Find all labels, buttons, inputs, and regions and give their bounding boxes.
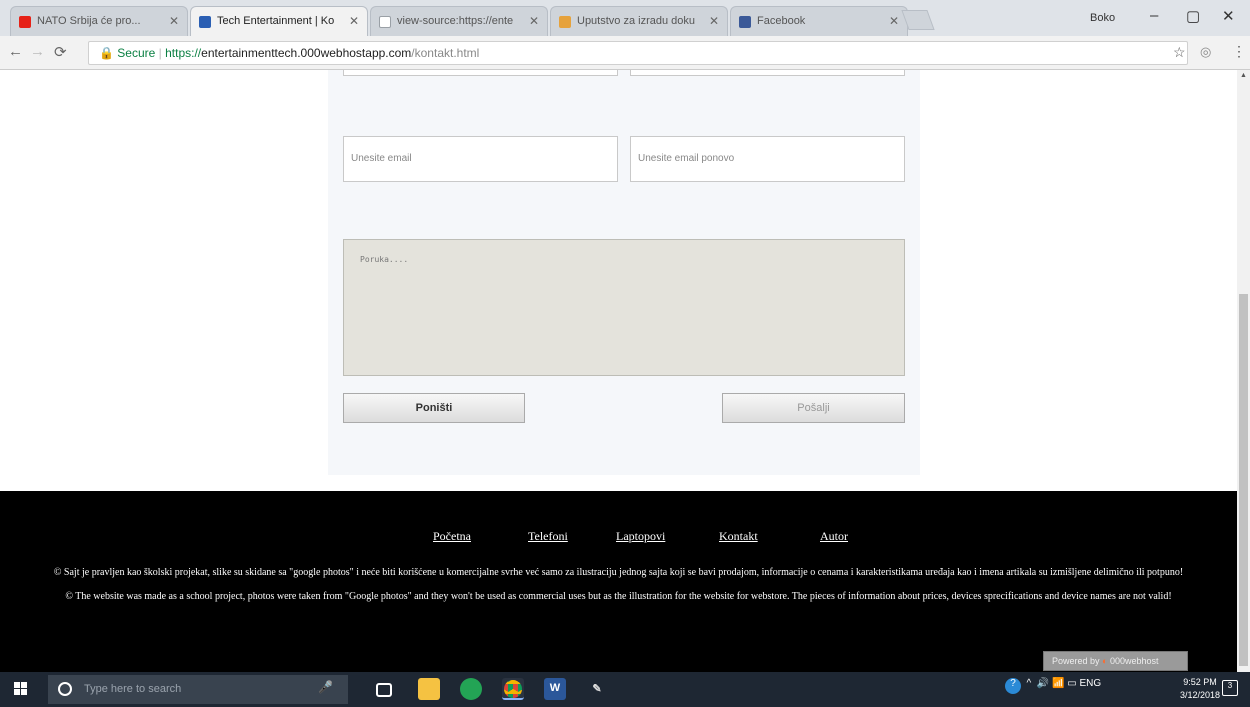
microphone-icon[interactable]: 🎤 bbox=[318, 680, 333, 694]
footer-link-kontakt[interactable]: Kontakt bbox=[719, 529, 758, 544]
battery-icon[interactable]: ▭ bbox=[1067, 678, 1076, 689]
tab-tech-entertainment[interactable]: Tech Entertainment | Ko ✕ bbox=[190, 6, 368, 36]
file-explorer-icon[interactable] bbox=[418, 678, 440, 700]
taskbar-clock[interactable]: 9:52 PM 3/12/2018 bbox=[1180, 676, 1220, 702]
close-icon[interactable]: ✕ bbox=[709, 14, 719, 28]
tab-label: Facebook bbox=[757, 15, 806, 27]
address-bar[interactable]: 🔒 Secure | https://entertainmenttech.000… bbox=[88, 41, 1188, 65]
webhost-logo-icon: ◐ bbox=[1102, 656, 1108, 666]
windows-taskbar: Type here to search 🎤 W ✎ ? ^ 🔊 📶 ▭ ENG … bbox=[0, 672, 1250, 707]
app-icon[interactable]: ✎ bbox=[586, 678, 608, 700]
scrollbar-thumb[interactable] bbox=[1239, 294, 1248, 666]
tab-label: view-source:https://ente bbox=[397, 15, 514, 27]
forward-arrow-icon[interactable]: → bbox=[30, 43, 45, 60]
powered-by-brand: 000webhost bbox=[1110, 656, 1159, 666]
youtube-icon bbox=[19, 16, 31, 28]
tab-view-source[interactable]: view-source:https://ente ✕ bbox=[370, 6, 548, 36]
extension-icon[interactable]: ◎ bbox=[1200, 44, 1211, 60]
close-icon[interactable]: ✕ bbox=[889, 14, 899, 28]
footer-link-telefoni[interactable]: Telefoni bbox=[528, 529, 568, 544]
menu-icon[interactable]: ⋮ bbox=[1232, 43, 1246, 60]
tab-label: NATO Srbija će pro... bbox=[37, 15, 141, 27]
footer-link-pocetna[interactable]: Početna bbox=[433, 529, 471, 544]
footer-link-autor[interactable]: Autor bbox=[820, 529, 848, 544]
page-viewport: Unesite email Unesite email ponovo Poruk… bbox=[0, 70, 1250, 672]
surname-field[interactable] bbox=[630, 70, 905, 76]
send-button[interactable]: Pošalji bbox=[722, 393, 905, 423]
site-icon bbox=[199, 16, 211, 28]
notification-icon[interactable]: 3 bbox=[1222, 680, 1238, 696]
tab-youtube[interactable]: NATO Srbija će pro... ✕ bbox=[10, 6, 188, 36]
close-icon[interactable]: ✕ bbox=[529, 14, 539, 28]
browser-tab-strip: NATO Srbija će pro... ✕ Tech Entertainme… bbox=[0, 0, 1250, 36]
chrome-icon[interactable] bbox=[502, 678, 524, 700]
page-scrollbar[interactable]: ▲ bbox=[1237, 70, 1250, 672]
doc-icon bbox=[559, 16, 571, 28]
back-arrow-icon[interactable]: ← bbox=[8, 43, 23, 60]
whatsapp-icon[interactable] bbox=[460, 678, 482, 700]
footer-notice-en: © The website was made as a school proje… bbox=[65, 591, 1172, 602]
email-field[interactable]: Unesite email bbox=[343, 136, 618, 182]
contact-form: Unesite email Unesite email ponovo Poruk… bbox=[328, 70, 920, 475]
page-icon bbox=[379, 16, 391, 28]
maximize-button[interactable]: ▢ bbox=[1186, 7, 1200, 25]
scroll-up-arrow-icon[interactable]: ▲ bbox=[1240, 72, 1247, 79]
tab-label: Uputstvo za izradu doku bbox=[577, 15, 696, 27]
footer-notice-sr: © Sajt je pravljen kao školski projekat,… bbox=[53, 567, 1184, 578]
windows-start-icon[interactable] bbox=[14, 682, 28, 696]
word-icon[interactable]: W bbox=[544, 678, 566, 700]
profile-name[interactable]: Boko bbox=[1090, 12, 1115, 24]
facebook-icon bbox=[739, 16, 751, 28]
taskbar-search-box[interactable]: Type here to search bbox=[48, 675, 348, 704]
language-indicator[interactable]: ENG bbox=[1080, 678, 1102, 689]
chevron-up-icon[interactable]: ^ bbox=[1024, 678, 1034, 689]
powered-by-badge[interactable]: Powered by ◐ 000webhost bbox=[1043, 651, 1188, 671]
help-icon[interactable]: ? bbox=[1005, 678, 1021, 694]
tab-facebook[interactable]: Facebook ✕ bbox=[730, 6, 908, 36]
powered-by-label: Powered by bbox=[1052, 656, 1100, 666]
task-view-icon[interactable] bbox=[376, 683, 392, 697]
url-path: /kontakt.html bbox=[411, 46, 480, 60]
minimize-button[interactable]: – bbox=[1150, 7, 1158, 24]
clock-time: 9:52 PM bbox=[1183, 677, 1217, 687]
footer-link-laptopovi[interactable]: Laptopovi bbox=[616, 529, 665, 544]
security-label: Secure bbox=[117, 46, 156, 60]
tab-uputstvo[interactable]: Uputstvo za izradu doku ✕ bbox=[550, 6, 728, 36]
clock-date: 3/12/2018 bbox=[1180, 690, 1221, 700]
name-field[interactable] bbox=[343, 70, 618, 76]
url-protocol: https:// bbox=[165, 46, 202, 60]
email-repeat-field[interactable]: Unesite email ponovo bbox=[630, 136, 905, 182]
network-icon[interactable]: 📶 bbox=[1052, 678, 1064, 689]
close-icon[interactable]: ✕ bbox=[169, 14, 179, 28]
message-textarea[interactable]: Poruka.... bbox=[343, 239, 905, 376]
page-footer: Početna Telefoni Laptopovi Kontakt Autor… bbox=[0, 491, 1237, 672]
tab-label: Tech Entertainment | Ko bbox=[217, 15, 335, 27]
lock-icon: 🔒 bbox=[99, 46, 114, 60]
reset-button[interactable]: Poništi bbox=[343, 393, 525, 423]
close-window-button[interactable]: ✕ bbox=[1222, 7, 1235, 25]
browser-toolbar: ← → ⟳ 🔒 Secure | https://entertainmentte… bbox=[0, 36, 1250, 70]
cortana-icon bbox=[58, 682, 72, 696]
bookmark-star-icon[interactable]: ☆ bbox=[1173, 44, 1186, 61]
url-host: entertainmenttech.000webhostapp.com bbox=[201, 46, 412, 60]
close-icon[interactable]: ✕ bbox=[349, 14, 359, 28]
taskbar-search-placeholder: Type here to search bbox=[84, 683, 182, 695]
volume-icon[interactable]: 🔊 bbox=[1037, 678, 1049, 689]
system-tray: ? ^ 🔊 📶 ▭ ENG bbox=[1005, 678, 1101, 694]
reload-icon[interactable]: ⟳ bbox=[54, 43, 67, 61]
